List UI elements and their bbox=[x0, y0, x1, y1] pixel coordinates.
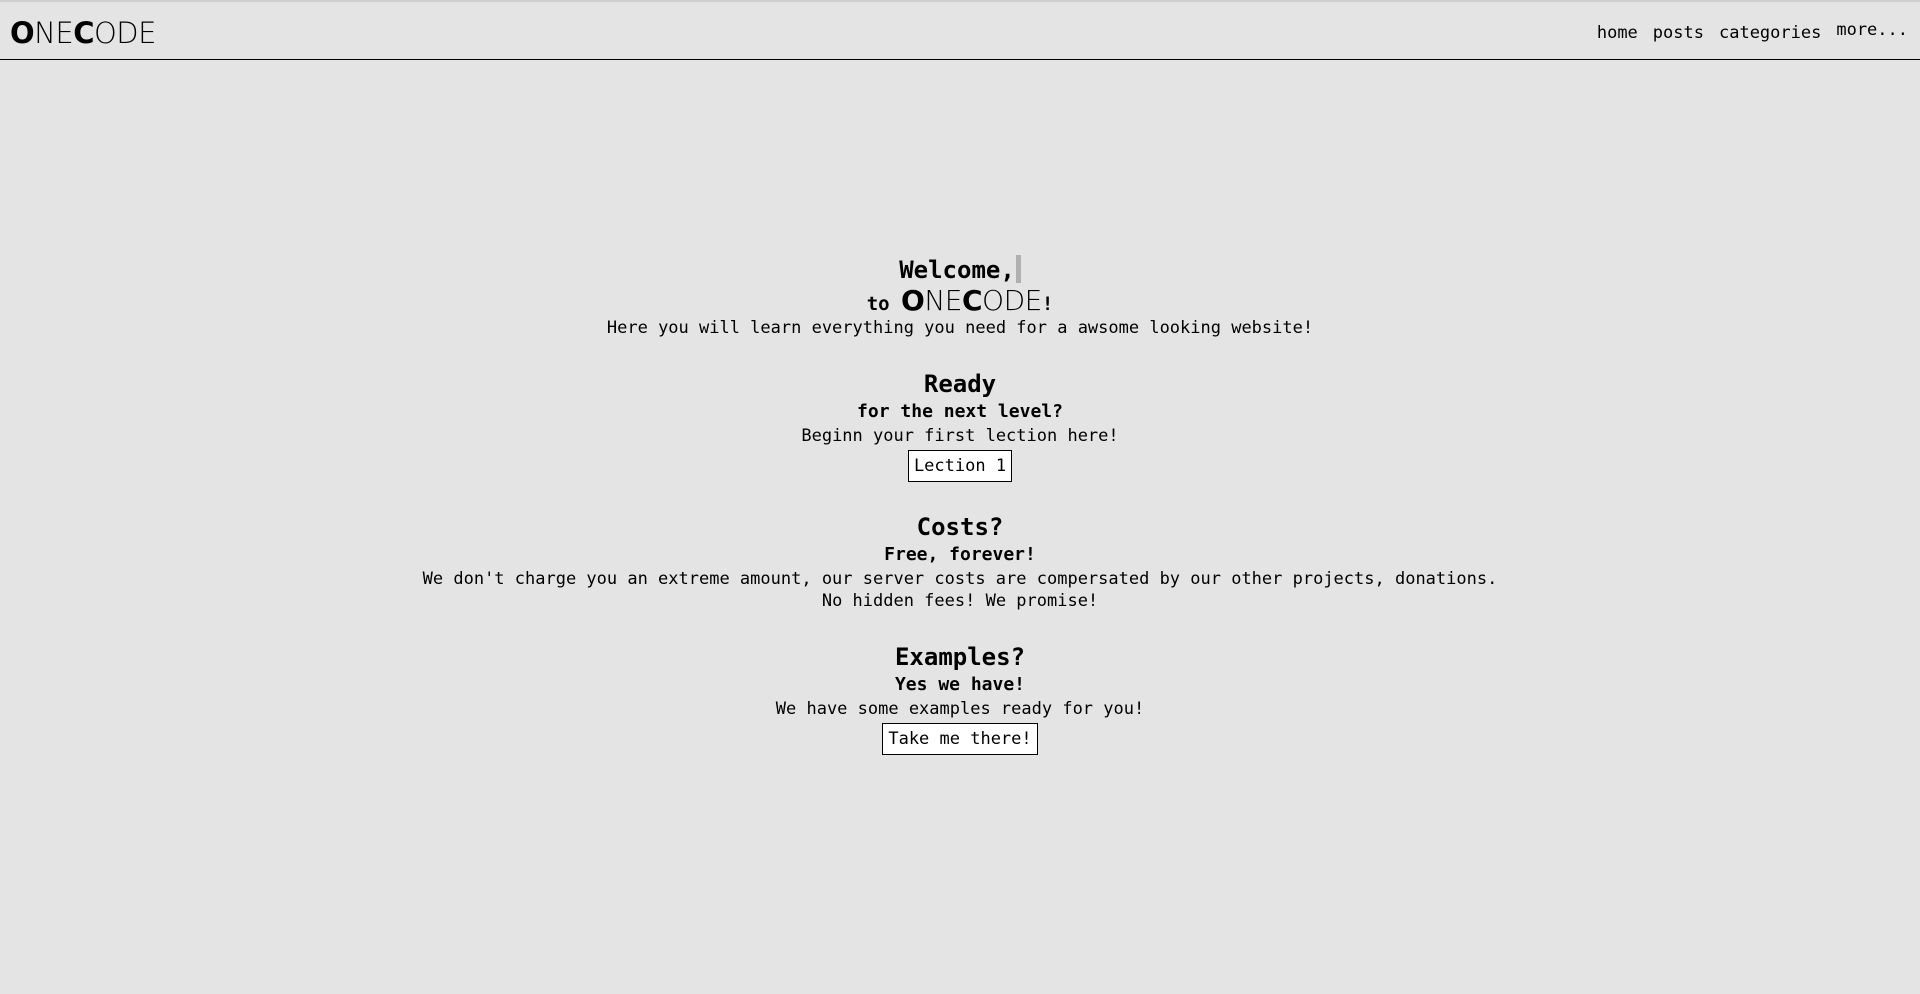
to-suffix: ! bbox=[1041, 293, 1054, 315]
ready-text: Beginn your first lection here! bbox=[801, 426, 1119, 446]
nav-link-posts[interactable]: posts bbox=[1653, 22, 1704, 44]
nav-links: home posts categories more... bbox=[1597, 19, 1908, 44]
to-prefix: to bbox=[866, 293, 902, 315]
logo-letter-o: O bbox=[10, 16, 35, 50]
inline-logo: ONECODE bbox=[901, 284, 1042, 317]
inline-logo-o: O bbox=[901, 284, 925, 317]
examples-subheading: Yes we have! bbox=[894, 674, 1026, 695]
typing-cursor bbox=[1015, 255, 1021, 283]
welcome-section: Welcome, to ONECODE! Here you will learn… bbox=[0, 255, 1920, 339]
ready-subheading: for the next level? bbox=[857, 401, 1063, 422]
logo-letters-ne: NE bbox=[34, 16, 74, 50]
logo-letters-ode: ODE bbox=[93, 16, 156, 50]
welcome-heading: Welcome, bbox=[0, 255, 1920, 285]
examples-section: Examples? Yes we have! We have some exam… bbox=[0, 642, 1920, 755]
ready-section: Ready for the next level? Beginn your fi… bbox=[0, 369, 1920, 482]
nav-link-more[interactable]: more... bbox=[1836, 19, 1908, 41]
examples-heading: Examples? bbox=[894, 643, 1026, 671]
costs-subheading: Free, forever! bbox=[884, 544, 1036, 565]
inline-logo-ode: ODE bbox=[982, 284, 1042, 317]
costs-section: Costs? Free, forever! We don't charge yo… bbox=[0, 512, 1920, 612]
costs-text: We don't charge you an extreme amount, o… bbox=[422, 569, 1498, 589]
inline-logo-ne: NE bbox=[924, 284, 962, 317]
costs-promise-text: No hidden fees! We promise! bbox=[821, 591, 1099, 611]
examples-text: We have some examples ready for you! bbox=[775, 699, 1145, 719]
logo-letter-c: C bbox=[73, 16, 94, 50]
navbar: ONECODE home posts categories more... bbox=[0, 2, 1920, 60]
welcome-subheading: to ONECODE! bbox=[0, 285, 1920, 317]
inline-logo-c: C bbox=[961, 284, 983, 317]
take-me-there-button[interactable]: Take me there! bbox=[882, 723, 1038, 755]
nav-link-categories[interactable]: categories bbox=[1719, 22, 1821, 44]
costs-heading: Costs? bbox=[916, 513, 1004, 541]
welcome-description: Here you will learn everything you need … bbox=[606, 318, 1314, 338]
site-logo[interactable]: ONECODE bbox=[10, 16, 156, 50]
nav-link-home[interactable]: home bbox=[1597, 22, 1638, 44]
lection-1-button[interactable]: Lection 1 bbox=[907, 450, 1013, 482]
welcome-text: Welcome, bbox=[899, 256, 1015, 284]
main-content: Welcome, to ONECODE! Here you will learn… bbox=[0, 255, 1920, 755]
ready-heading: Ready bbox=[923, 370, 997, 398]
